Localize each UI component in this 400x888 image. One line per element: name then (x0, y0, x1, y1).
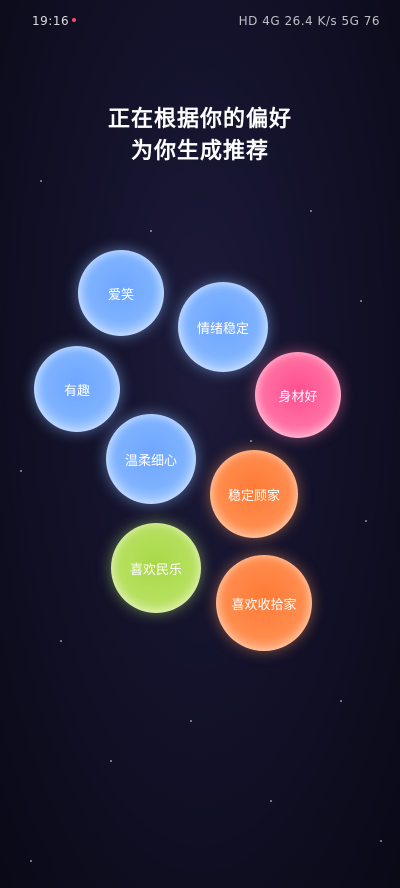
tag-label: 情绪稳定 (196, 321, 249, 337)
star (190, 720, 192, 722)
star (30, 860, 32, 862)
status-indicators: HD 4G 26.4 K/s 5G 76 (238, 14, 380, 28)
star (340, 700, 342, 702)
notification-dot-icon (72, 18, 76, 22)
star (360, 300, 362, 302)
tag-bubble-shencai-hao[interactable]: 身材好 (255, 352, 341, 438)
star (60, 640, 62, 642)
tag-bubble-wending-gujia[interactable]: 稳定顾家 (210, 450, 298, 538)
star (150, 230, 152, 232)
star (110, 760, 112, 762)
tag-bubble-qingxu-wending[interactable]: 情绪稳定 (178, 282, 268, 372)
star (250, 440, 252, 442)
tag-label: 爱笑 (107, 287, 134, 303)
status-time: 19:16 (32, 14, 70, 28)
tag-label: 温柔细心 (124, 453, 177, 469)
tag-bubble-xihuan-minyue[interactable]: 喜欢民乐 (111, 523, 201, 613)
star (365, 520, 367, 522)
star (380, 840, 382, 842)
star (270, 800, 272, 802)
tag-label: 喜欢民乐 (129, 562, 182, 578)
tag-bubble-xihuan-shoushijia[interactable]: 喜欢收拾家 (216, 555, 312, 651)
tag-bubble-aixiao[interactable]: 爱笑 (78, 250, 164, 336)
tag-bubble-wenrou-xixin[interactable]: 温柔细心 (106, 414, 196, 504)
tag-label: 身材好 (278, 389, 318, 405)
tag-label: 有趣 (63, 383, 90, 399)
star (20, 470, 22, 472)
headline-line-2: 为你生成推荐 (130, 139, 269, 164)
tag-bubble-youqu[interactable]: 有趣 (34, 346, 120, 432)
star (310, 210, 312, 212)
star (40, 180, 42, 182)
headline-line-1: 正在根据你的偏好 (107, 107, 292, 132)
tag-label: 稳定顾家 (227, 488, 280, 504)
page-headline: 正在根据你的偏好 为你生成推荐 (0, 104, 400, 168)
status-bar: 19:16 HD 4G 26.4 K/s 5G 76 (0, 0, 400, 40)
tag-label: 喜欢收拾家 (231, 597, 297, 613)
